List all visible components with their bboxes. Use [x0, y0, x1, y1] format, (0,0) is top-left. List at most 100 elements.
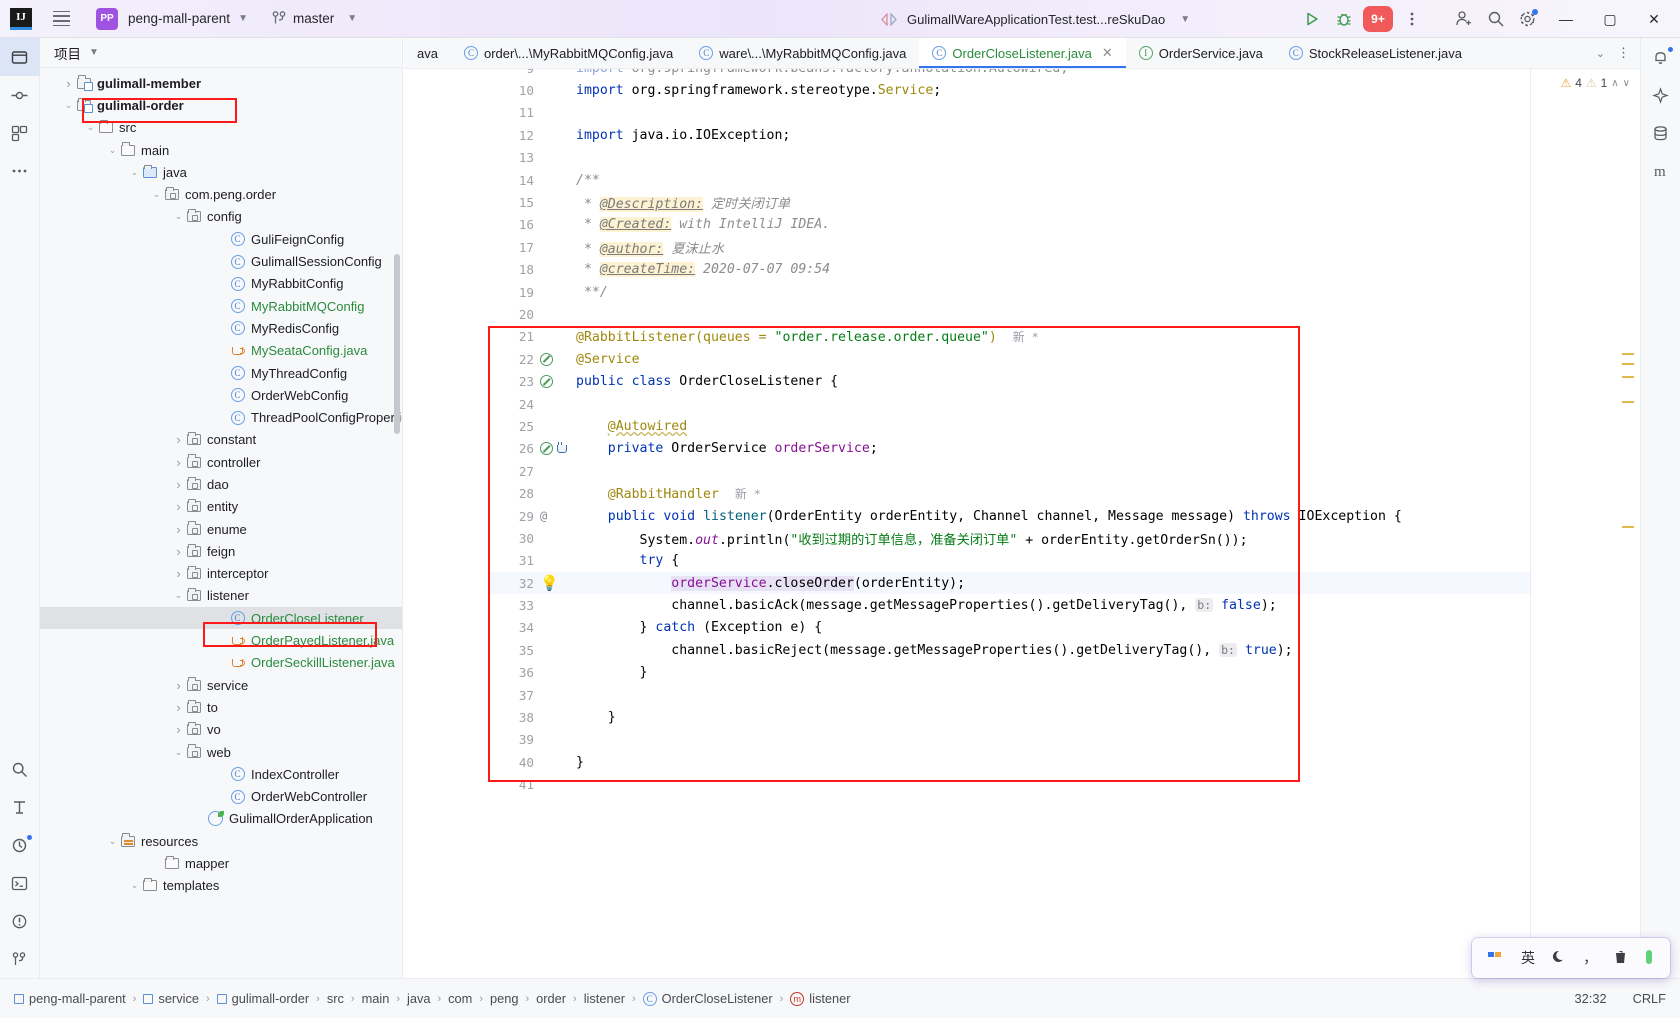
chevron-down-icon[interactable]: ⌄ [62, 99, 75, 112]
code-line-32[interactable]: 32 💡 orderService.closeOrder(orderEntity)… [490, 571, 1640, 595]
code-line-33[interactable]: 33 channel.basicAck(message.getMessagePr… [490, 594, 1640, 616]
editor-tab-close-icon[interactable]: ✕ [1102, 45, 1113, 61]
code-line-15[interactable]: 15 * @Description: 定时关闭订单 [490, 191, 1640, 213]
breadcrumb-item-order[interactable]: order [530, 991, 572, 1006]
intention-bulb-icon[interactable]: 💡 [540, 574, 559, 592]
rail-ai-assistant-icon[interactable] [1641, 76, 1680, 114]
code-line-41[interactable]: 41 [490, 774, 1640, 796]
gutter-markers[interactable]: 💡 [540, 572, 576, 594]
code-line-34[interactable]: 34 } catch (Exception e) { [490, 617, 1640, 639]
chevron-down-icon[interactable]: ▼ [238, 13, 248, 24]
marker-stripe[interactable] [1622, 363, 1634, 365]
tree-item-enume[interactable]: › enume [40, 518, 402, 540]
breadcrumb-item-java[interactable]: java [401, 991, 436, 1006]
rail-find-icon[interactable] [0, 750, 40, 788]
tree-item-constant[interactable]: › constant [40, 429, 402, 451]
tree-item-config[interactable]: ⌄ config [40, 206, 402, 228]
branch-chevron-down-icon[interactable]: ▼ [347, 13, 357, 24]
tree-item-listener[interactable]: ⌄ listener [40, 585, 402, 607]
code-line-36[interactable]: 36 } [490, 662, 1640, 684]
marker-stripe[interactable] [1622, 401, 1634, 403]
breadcrumb-item-peng-mall-parent[interactable]: peng-mall-parent [8, 991, 132, 1006]
code-line-17[interactable]: 17 * @author: 夏沫止水 [490, 236, 1640, 258]
project-tree-scrollbar[interactable] [394, 254, 400, 434]
maximize-window-button[interactable]: ▢ [1588, 0, 1632, 38]
marker-stripe[interactable] [1622, 376, 1634, 378]
services-badge[interactable]: 9+ [1363, 6, 1393, 32]
breadcrumb-item-com[interactable]: com [442, 991, 478, 1006]
code-lines[interactable]: 9 import org.springframework.beans.factor… [490, 69, 1640, 966]
code-line-19[interactable]: 19 **/ [490, 281, 1640, 303]
tree-item-resources[interactable]: ⌄ resources [40, 830, 402, 852]
bean-gutter-icon[interactable] [540, 352, 553, 366]
tree-item-orderwebconfig[interactable]: C OrderWebConfig [40, 384, 402, 406]
rail-git-icon[interactable] [0, 940, 40, 978]
branch-name-label[interactable]: master [293, 11, 334, 26]
tree-item-myrabbitconfig[interactable]: C MyRabbitConfig [40, 273, 402, 295]
add-user-icon[interactable] [1448, 3, 1480, 35]
rail-notifications-icon[interactable] [1641, 38, 1680, 76]
tree-item-indexcontroller[interactable]: C IndexController [40, 763, 402, 785]
tree-item-myrabbitmqconfig[interactable]: C MyRabbitMQConfig [40, 295, 402, 317]
chevron-down-icon[interactable]: ⌄ [172, 210, 185, 223]
close-window-button[interactable]: ✕ [1632, 0, 1676, 38]
code-line-40[interactable]: 40} [490, 751, 1640, 773]
editor-tab-ware-myrabbitmqconfig-java[interactable]: Cware\...\MyRabbitMQConfig.java [686, 38, 919, 68]
bean-gutter-icon[interactable] [540, 375, 553, 389]
tree-item-orderwebcontroller[interactable]: C OrderWebController [40, 786, 402, 808]
code-line-20[interactable]: 20 [490, 303, 1640, 325]
tree-item-threadpoolconfigproperties[interactable]: C ThreadPoolConfigProperties [40, 406, 402, 428]
code-line-27[interactable]: 27 [490, 460, 1640, 482]
tree-item-mapper[interactable]: mapper [40, 852, 402, 874]
tree-item-com-peng-order[interactable]: ⌄ com.peng.order [40, 183, 402, 205]
tree-item-gulifeignconfig[interactable]: C GuliFeignConfig [40, 228, 402, 250]
tree-item-entity[interactable]: › entity [40, 496, 402, 518]
chevron-down-icon[interactable]: ⌄ [128, 879, 141, 892]
gutter-markers[interactable] [540, 370, 576, 392]
code-line-22[interactable]: 22 @Service [490, 348, 1640, 370]
breadcrumb-item-main[interactable]: main [356, 991, 396, 1006]
rail-commit-icon[interactable] [0, 76, 40, 114]
rail-project-icon[interactable] [0, 38, 40, 76]
editor-tab-ava[interactable]: ava [404, 38, 451, 68]
editor-tab-bar[interactable]: ava Corder\...\MyRabbitMQConfig.java Cware… [404, 38, 1640, 69]
chevron-down-icon[interactable]: ⌄ [84, 121, 97, 134]
ime-status-indicator-icon[interactable] [1644, 949, 1654, 968]
breadcrumb[interactable]: peng-mall-parent › service › gulimall-order ›… [0, 991, 857, 1006]
rail-terminal-icon[interactable] [0, 864, 40, 902]
tree-item-gulimall-order[interactable]: ⌄ gulimall-order [40, 94, 402, 116]
chevron-down-icon[interactable]: ⌄ [106, 144, 119, 157]
breadcrumb-item-listener[interactable]: m listener [784, 991, 856, 1006]
breadcrumb-item-listener[interactable]: listener [578, 991, 631, 1006]
tree-item-orderseckilllistener-java[interactable]: OrderSeckillListener.java [40, 652, 402, 674]
tree-item-myredisconfig[interactable]: C MyRedisConfig [40, 317, 402, 339]
bean-gutter-icon[interactable] [540, 442, 553, 456]
settings-gear-icon[interactable] [1512, 3, 1544, 35]
code-line-28[interactable]: 28 @RabbitHandler 新 * [490, 482, 1640, 504]
chevron-down-icon[interactable]: ⌄ [172, 589, 185, 602]
tree-item-src[interactable]: ⌄ src [40, 117, 402, 139]
chevron-down-icon[interactable]: ⌄ [128, 166, 141, 179]
tree-item-vo[interactable]: › vo [40, 719, 402, 741]
chevron-right-icon[interactable]: › [172, 678, 185, 693]
code-line-9[interactable]: 9 import org.springframework.beans.factor… [490, 69, 1640, 79]
tree-item-java[interactable]: ⌄ java [40, 161, 402, 183]
chevron-right-icon[interactable]: › [172, 700, 185, 715]
code-line-13[interactable]: 13 [490, 147, 1640, 169]
project-tree[interactable]: › gulimall-member ⌄ gulimall-order ⌄ src ⌄ main… [40, 68, 402, 897]
tree-item-ordercloselistener[interactable]: C OrderCloseListener [40, 607, 402, 630]
tree-item-controller[interactable]: › controller [40, 451, 402, 473]
inspection-summary[interactable]: ⚠ 4 ⚠ 1 ∧ ∨ [1531, 69, 1640, 97]
tab-options-icon[interactable]: ⋮ [1613, 45, 1634, 61]
tree-item-main[interactable]: ⌄ main [40, 139, 402, 161]
run-button[interactable] [1296, 3, 1328, 35]
code-line-14[interactable]: 14 /** [490, 169, 1640, 191]
tree-item-orderpayedlistener-java[interactable]: OrderPayedListener.java [40, 629, 402, 651]
gutter-markers[interactable]: @ [540, 505, 576, 527]
editor-tab-ordercloselistener-java[interactable]: C OrderCloseListener.java ✕ [919, 38, 1127, 68]
editor-tab-order-myrabbitmqconfig-java[interactable]: Corder\...\MyRabbitMQConfig.java [451, 38, 686, 68]
tree-item-interceptor[interactable]: › interceptor [40, 563, 402, 585]
tree-item-gulimall-member[interactable]: › gulimall-member [40, 72, 402, 94]
code-line-24[interactable]: 24 [490, 393, 1640, 415]
code-line-37[interactable]: 37 [490, 684, 1640, 706]
